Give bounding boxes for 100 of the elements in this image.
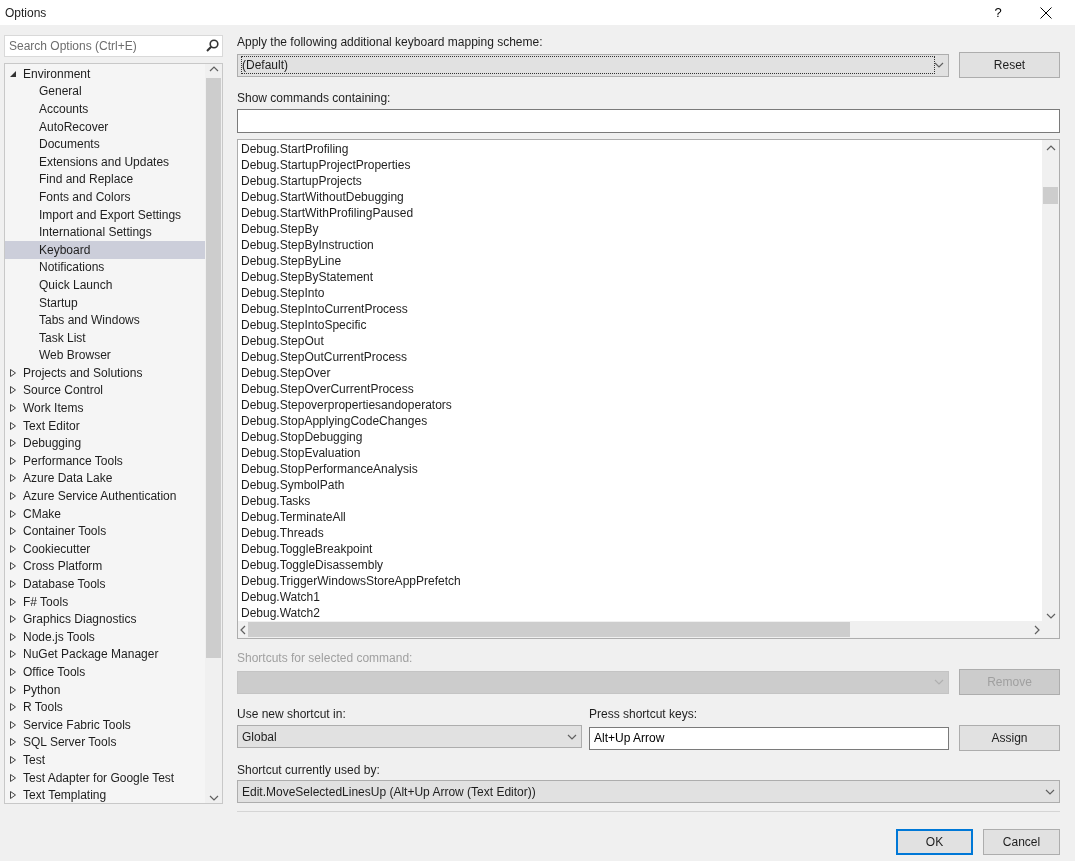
tree-item[interactable]: Source Control	[5, 381, 205, 400]
collapsed-caret-icon[interactable]	[9, 509, 17, 518]
tree-item[interactable]: Python	[5, 680, 205, 699]
dialog-button[interactable]: OK	[896, 829, 973, 855]
tree-item[interactable]: Keyboard	[5, 240, 205, 259]
tree-item[interactable]: Service Fabric Tools	[5, 715, 205, 734]
tree-item[interactable]: Notifications	[5, 258, 205, 277]
command-item[interactable]: Debug.StepIntoSpecific	[241, 317, 1042, 333]
tree-item[interactable]: Office Tools	[5, 663, 205, 681]
collapsed-caret-icon[interactable]	[9, 439, 17, 448]
tree-item[interactable]: SQL Server Tools	[5, 733, 205, 752]
collapsed-caret-icon[interactable]	[9, 421, 17, 430]
used-by-dropdown[interactable]: Edit.MoveSelectedLinesUp (Alt+Up Arrow (Text Editor))	[237, 780, 1060, 803]
command-item[interactable]: Debug.StepBy	[241, 221, 1042, 237]
tree-item[interactable]: Environment	[5, 65, 205, 83]
command-item[interactable]: Debug.Watch1	[241, 589, 1042, 605]
tree-item[interactable]: Test Adapter for Google Test	[5, 768, 205, 787]
collapsed-caret-icon[interactable]	[9, 773, 17, 782]
dialog-button[interactable]: Cancel	[983, 829, 1060, 855]
tree-item[interactable]: Database Tools	[5, 575, 205, 593]
command-item[interactable]: Debug.ToggleBreakpoint	[241, 541, 1042, 557]
command-item[interactable]: Debug.StartWithProfilingPaused	[241, 205, 1042, 221]
tree-item[interactable]: Azure Data Lake	[5, 469, 205, 488]
scroll-down-icon[interactable]	[1045, 611, 1056, 621]
tree-item[interactable]: Tabs and Windows	[5, 311, 205, 329]
collapsed-caret-icon[interactable]	[9, 738, 17, 747]
collapsed-caret-icon[interactable]	[9, 474, 17, 483]
filter-field[interactable]	[237, 109, 1060, 133]
collapsed-caret-icon[interactable]	[9, 650, 17, 659]
collapsed-caret-icon[interactable]	[9, 668, 17, 676]
collapsed-caret-icon[interactable]	[9, 720, 17, 729]
command-item[interactable]: Debug.TriggerWindowsStoreAppPrefetch	[241, 573, 1042, 589]
collapsed-caret-icon[interactable]	[9, 527, 17, 536]
scope-dropdown[interactable]: Global	[237, 725, 582, 748]
command-item[interactable]: Debug.Threads	[241, 525, 1042, 541]
tree-item[interactable]: F# Tools	[5, 592, 205, 611]
command-item[interactable]: Debug.StepOverCurrentProcess	[241, 381, 1042, 397]
tree-item[interactable]: Graphics Diagnostics	[5, 610, 205, 628]
assign-button[interactable]: Assign	[959, 725, 1060, 751]
collapsed-caret-icon[interactable]	[9, 597, 17, 606]
collapsed-caret-icon[interactable]	[9, 456, 17, 465]
command-item[interactable]: Debug.StepOut	[241, 333, 1042, 349]
tree-item[interactable]: Cookiecutter	[5, 540, 205, 558]
scroll-thumb[interactable]	[248, 622, 850, 637]
tree-item[interactable]: Import and Export Settings	[5, 205, 205, 224]
collapsed-caret-icon[interactable]	[9, 492, 17, 501]
tree-item[interactable]: Test	[5, 751, 205, 769]
command-item[interactable]: Debug.Watch2	[241, 605, 1042, 621]
command-item[interactable]: Debug.StopDebugging	[241, 429, 1042, 445]
command-item[interactable]: Debug.StartWithoutDebugging	[241, 189, 1042, 205]
command-item[interactable]: Debug.Stepoverpropertiesandoperators	[241, 397, 1042, 413]
command-item[interactable]: Debug.StartupProjectProperties	[241, 157, 1042, 173]
tree-item[interactable]: Fonts and Colors	[5, 188, 205, 206]
mapping-dropdown[interactable]: (Default)	[237, 53, 949, 77]
command-item[interactable]: Debug.StepByStatement	[241, 269, 1042, 285]
command-item[interactable]: Debug.StepOver	[241, 365, 1042, 381]
tree-item[interactable]: Azure Service Authentication	[5, 487, 205, 505]
scroll-up-icon[interactable]	[208, 64, 219, 74]
collapsed-caret-icon[interactable]	[9, 755, 17, 764]
tree-item[interactable]: Find and Replace	[5, 170, 205, 189]
scroll-thumb[interactable]	[1043, 187, 1058, 204]
tree-item[interactable]: Text Templating	[5, 786, 205, 804]
command-item[interactable]: Debug.StepInto	[241, 285, 1042, 301]
list-scrollbar[interactable]	[1042, 140, 1059, 621]
tree-item[interactable]: Projects and Solutions	[5, 364, 205, 382]
tree-item[interactable]: Text Editor	[5, 416, 205, 435]
tree-item[interactable]: Startup	[5, 293, 205, 312]
collapsed-caret-icon[interactable]	[9, 386, 17, 395]
dropdown-caret-icon[interactable]	[934, 60, 944, 70]
collapsed-caret-icon[interactable]	[9, 791, 17, 800]
command-item[interactable]: Debug.TerminateAll	[241, 509, 1042, 525]
tree-item[interactable]: Web Browser	[5, 346, 205, 365]
collapsed-caret-icon[interactable]	[9, 544, 17, 553]
command-item[interactable]: Debug.StartProfiling	[241, 141, 1042, 157]
tree-item[interactable]: Quick Launch	[5, 276, 205, 294]
tree-item[interactable]: Task List	[5, 328, 205, 347]
tree-item[interactable]: Work Items	[5, 399, 205, 417]
tree-item[interactable]: Accounts	[5, 100, 205, 118]
command-item[interactable]: Debug.SymbolPath	[241, 477, 1042, 493]
command-item[interactable]: Debug.StopApplyingCodeChanges	[241, 413, 1042, 429]
search-field[interactable]: Search Options (Ctrl+E)	[4, 35, 223, 57]
collapsed-caret-icon[interactable]	[9, 404, 17, 413]
collapsed-caret-icon[interactable]	[9, 368, 17, 377]
tree-item[interactable]: Performance Tools	[5, 452, 205, 470]
reset-button[interactable]: Reset	[959, 52, 1060, 78]
expanded-caret-icon[interactable]	[9, 69, 17, 78]
tree-item[interactable]: Cross Platform	[5, 557, 205, 576]
shortcut-keys-field[interactable]: Alt+Up Arrow	[589, 726, 949, 750]
scroll-up-icon[interactable]	[1045, 143, 1056, 153]
tree-item[interactable]: Documents	[5, 135, 205, 153]
collapsed-caret-icon[interactable]	[9, 703, 17, 712]
tree-scrollbar[interactable]	[205, 64, 222, 803]
collapsed-caret-icon[interactable]	[9, 615, 17, 624]
command-item[interactable]: Debug.StopEvaluation	[241, 445, 1042, 461]
scroll-right-icon[interactable]	[1032, 624, 1042, 635]
tree-item[interactable]: R Tools	[5, 698, 205, 716]
command-item[interactable]: Debug.StepByLine	[241, 253, 1042, 269]
collapsed-caret-icon[interactable]	[9, 632, 17, 641]
tree-item[interactable]: Container Tools	[5, 522, 205, 541]
scroll-down-icon[interactable]	[208, 793, 219, 803]
